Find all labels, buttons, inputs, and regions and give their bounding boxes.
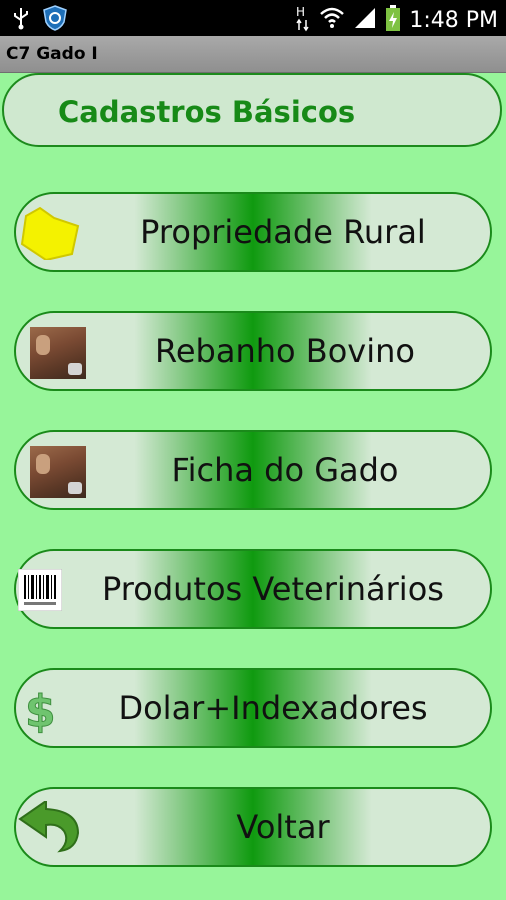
- voltar-button[interactable]: Voltar: [14, 787, 492, 867]
- propriedade-rural-label: Propriedade Rural: [140, 213, 426, 251]
- section-title: Cadastros Básicos: [58, 95, 356, 129]
- clock: 1:48 PM: [409, 7, 498, 33]
- app-title: C7 Gado I: [6, 44, 98, 64]
- ficha-do-gado-button[interactable]: Ficha do Gado: [14, 430, 492, 510]
- rebanho-bovino-button[interactable]: Rebanho Bovino: [14, 311, 492, 391]
- voltar-label: Voltar: [236, 808, 330, 846]
- produtos-veterinarios-label: Produtos Veterinários: [102, 570, 444, 608]
- security-shield-icon: [42, 5, 68, 35]
- battery-charging-icon: [385, 4, 401, 36]
- network-type-icon: H: [295, 4, 311, 36]
- ficha-do-gado-label: Ficha do Gado: [171, 451, 399, 489]
- propriedade-rural-button[interactable]: Propriedade Rural: [14, 192, 492, 272]
- usb-icon: [12, 6, 30, 34]
- produtos-veterinarios-button[interactable]: Produtos Veterinários: [14, 549, 492, 629]
- svg-text:H: H: [296, 5, 305, 19]
- app-title-bar: C7 Gado I: [0, 36, 506, 73]
- wifi-icon: [319, 6, 345, 34]
- rebanho-bovino-label: Rebanho Bovino: [155, 332, 415, 370]
- status-bar: H 1:48 PM: [0, 0, 506, 36]
- dolar-indexadores-button[interactable]: $ Dolar+Indexadores: [14, 668, 492, 748]
- signal-strength-icon: [353, 6, 377, 34]
- section-header: Cadastros Básicos: [2, 73, 502, 147]
- dolar-indexadores-label: Dolar+Indexadores: [118, 689, 428, 727]
